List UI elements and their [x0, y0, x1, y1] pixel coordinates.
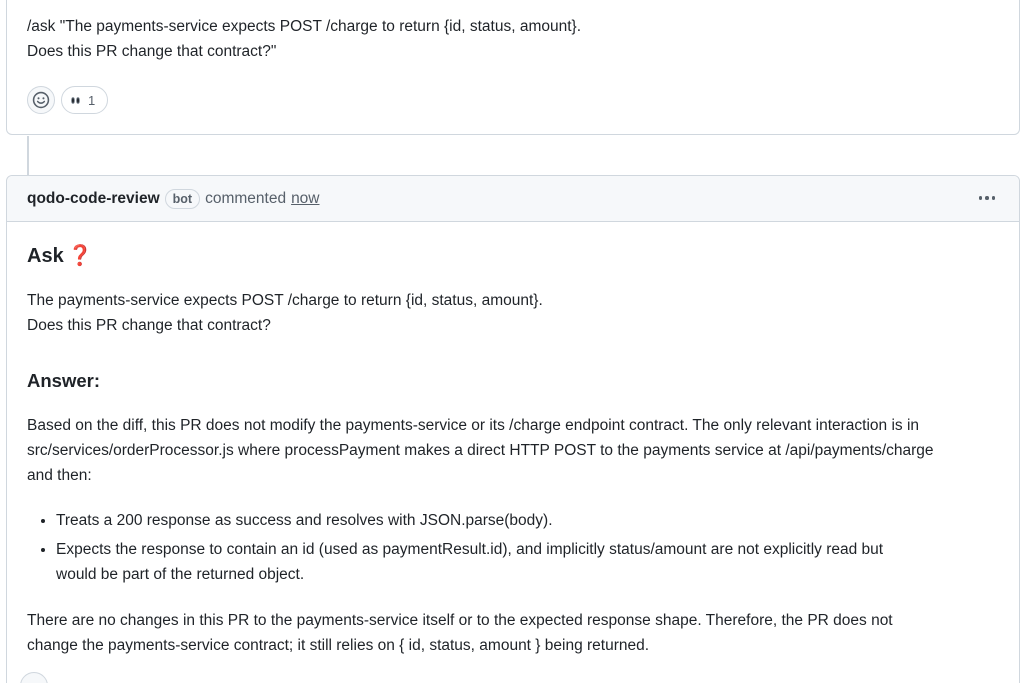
list-item: Treats a 200 response as success and res…: [56, 508, 1007, 533]
bot-comment-card: qodo-code-review bot commented now Ask ❓ …: [6, 175, 1020, 683]
add-reaction-button[interactable]: [27, 86, 55, 114]
list-item: Expects the response to contain an id (u…: [56, 537, 1007, 587]
comment-action-text: commented: [205, 189, 287, 207]
pr-conversation-page: /ask "The payments-service expects POST …: [0, 0, 1024, 683]
ask-line: Does this PR change that contract?: [27, 317, 271, 334]
reaction-count: 1: [88, 92, 96, 108]
previous-comment-line: /ask "The payments-service expects POST …: [27, 18, 582, 35]
ask-heading: Ask ❓: [27, 242, 93, 270]
comment-header: qodo-code-review bot commented now: [7, 176, 1019, 222]
reactions-bar: 1: [27, 86, 109, 114]
ask-question-text: The payments-service expects POST /charg…: [27, 288, 543, 338]
kebab-dot-icon: [991, 196, 996, 200]
previous-comment-body: /ask "The payments-service expects POST …: [27, 14, 581, 64]
conclusion-paragraph: There are no changes in this PR to the p…: [27, 608, 1007, 658]
answer-bullet-list: Treats a 200 response as success and res…: [27, 508, 1007, 591]
comment-timestamp-link[interactable]: now: [291, 190, 319, 208]
smiley-icon: [32, 91, 50, 109]
answer-line: src/services/orderProcessor.js where pro…: [27, 442, 934, 459]
bullet-line: Treats a 200 response as success and res…: [56, 512, 553, 529]
timeline-connector: [27, 136, 29, 176]
question-mark-icon: ❓: [67, 245, 93, 267]
previous-comment-card: /ask "The payments-service expects POST …: [6, 0, 1020, 135]
previous-comment-line: Does this PR change that contract?": [27, 43, 277, 60]
ask-line: The payments-service expects POST /charg…: [27, 292, 543, 309]
eyes-icon: [71, 96, 80, 104]
eyes-reaction-button[interactable]: 1: [61, 86, 109, 114]
bullet-line: would be part of the returned object.: [56, 566, 305, 583]
ask-heading-text: Ask: [27, 245, 64, 267]
bot-badge: bot: [164, 188, 201, 209]
answer-line: and then:: [27, 467, 92, 484]
answer-paragraph: Based on the diff, this PR does not modi…: [27, 413, 1007, 488]
kebab-dot-icon: [985, 196, 989, 200]
bullet-line: Expects the response to contain an id (u…: [56, 541, 884, 558]
conclusion-line: There are no changes in this PR to the p…: [27, 612, 893, 629]
comment-author-link[interactable]: qodo-code-review: [27, 190, 160, 208]
answer-heading: Answer:: [27, 370, 100, 391]
answer-line: Based on the diff, this PR does not modi…: [27, 417, 920, 434]
comment-options-button[interactable]: [975, 188, 999, 208]
kebab-dot-icon: [978, 196, 983, 200]
conclusion-line: change the payments-service contract; it…: [27, 637, 650, 654]
